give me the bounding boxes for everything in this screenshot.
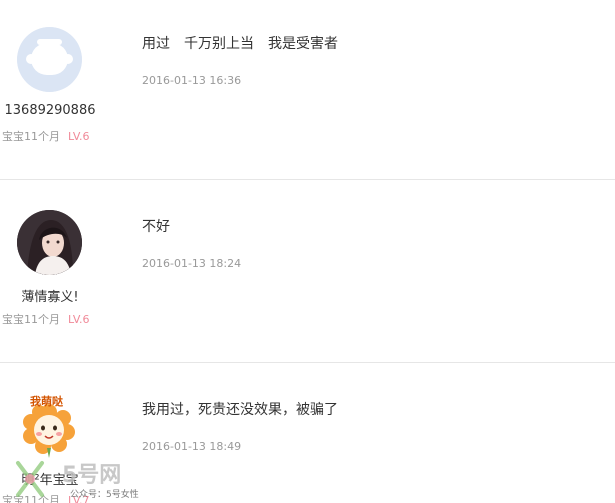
avatar-caption: 我萌哒: [30, 395, 63, 408]
baby-age: 宝宝11个月: [2, 313, 60, 326]
watermark-subtitle: 公众号：5号女性: [70, 490, 139, 500]
divider: [0, 362, 615, 363]
comment-text: 我用过，死贵还没效果，被骗了: [142, 402, 338, 418]
username[interactable]: 薄情寡义!: [0, 286, 100, 305]
comment-time: 2016-01-13 18:24: [142, 257, 242, 270]
watermark-brand: 5号网: [62, 463, 122, 488]
user-photo-avatar[interactable]: [17, 210, 82, 275]
user-meta: 宝宝11个月 LV.6: [2, 311, 90, 327]
level-badge: LV.6: [68, 313, 90, 326]
comment-time: 2016-01-13 18:49: [142, 440, 242, 453]
comment-text: 不好: [142, 219, 170, 235]
comment-item: 我萌哒 明²年宝宝 宝宝11个月 LV.7 我用过，死贵还没效果，被骗了 2016…: [0, 0, 615, 503]
